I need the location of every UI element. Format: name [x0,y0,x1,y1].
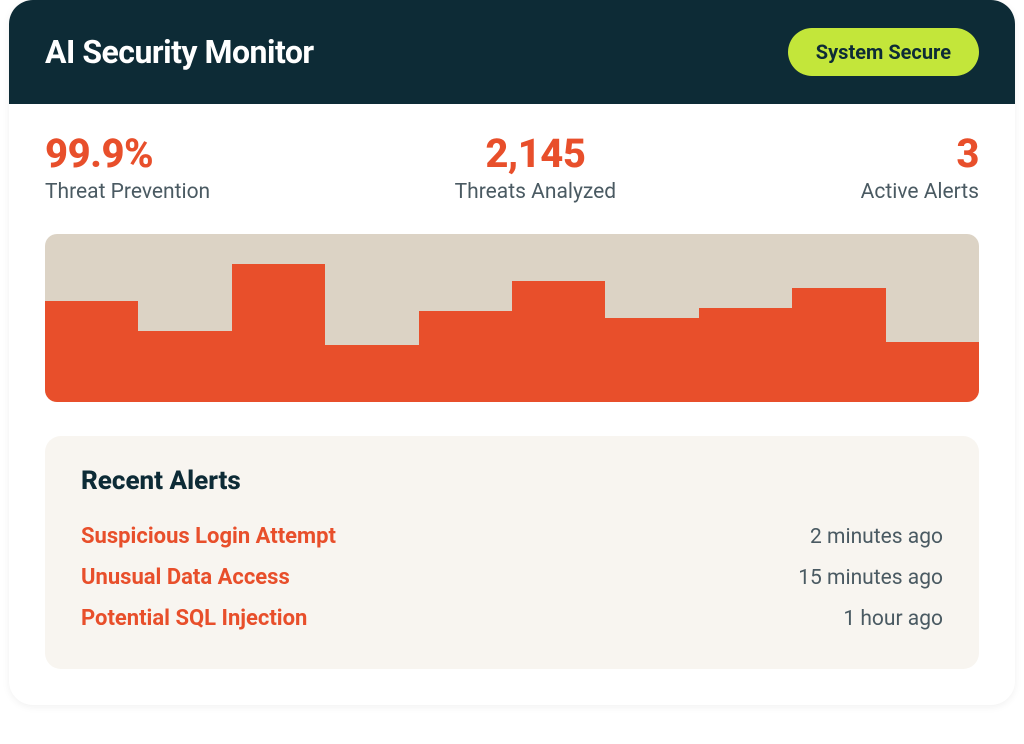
alert-time: 1 hour ago [843,607,943,631]
chart-bar [419,311,512,402]
alert-name: Unusual Data Access [81,565,290,590]
chart-bar [232,264,325,402]
chart-bar [699,308,792,402]
security-monitor-card: AI Security Monitor System Secure 99.9% … [9,0,1015,705]
chart-bar [45,301,138,402]
metric-value: 99.9% [45,132,153,176]
alert-name: Suspicious Login Attempt [81,524,336,549]
card-header: AI Security Monitor System Secure [9,0,1015,104]
metric-value: 2,145 [485,132,585,176]
metric-label: Threat Prevention [45,180,210,204]
status-badge: System Secure [788,28,979,76]
chart-bar [886,342,979,402]
metric-active-alerts: 3 Active Alerts [861,132,979,204]
alert-name: Potential SQL Injection [81,606,307,631]
card-body: 99.9% Threat Prevention 2,145 Threats An… [9,104,1015,705]
alert-row[interactable]: Potential SQL Injection 1 hour ago [81,598,943,639]
alerts-list: Suspicious Login Attempt 2 minutes ago Unu… [81,516,943,639]
metrics-row: 99.9% Threat Prevention 2,145 Threats An… [45,132,979,204]
chart-bar [512,281,605,402]
chart-bar [138,331,231,402]
chart-bar [325,345,418,402]
alert-row[interactable]: Suspicious Login Attempt 2 minutes ago [81,516,943,557]
alert-time: 15 minutes ago [798,566,943,590]
chart-bar [605,318,698,402]
metric-label: Active Alerts [861,180,979,204]
page-title: AI Security Monitor [45,33,314,71]
alerts-title: Recent Alerts [81,466,943,496]
metric-threats-analyzed: 2,145 Threats Analyzed [455,132,617,204]
threat-activity-chart [45,234,979,402]
metric-threat-prevention: 99.9% Threat Prevention [45,132,210,204]
chart-bar [792,288,885,402]
metric-label: Threats Analyzed [455,180,617,204]
metric-value: 3 [956,132,979,176]
alert-row[interactable]: Unusual Data Access 15 minutes ago [81,557,943,598]
alert-time: 2 minutes ago [810,525,943,549]
recent-alerts-panel: Recent Alerts Suspicious Login Attempt 2 … [45,436,979,669]
